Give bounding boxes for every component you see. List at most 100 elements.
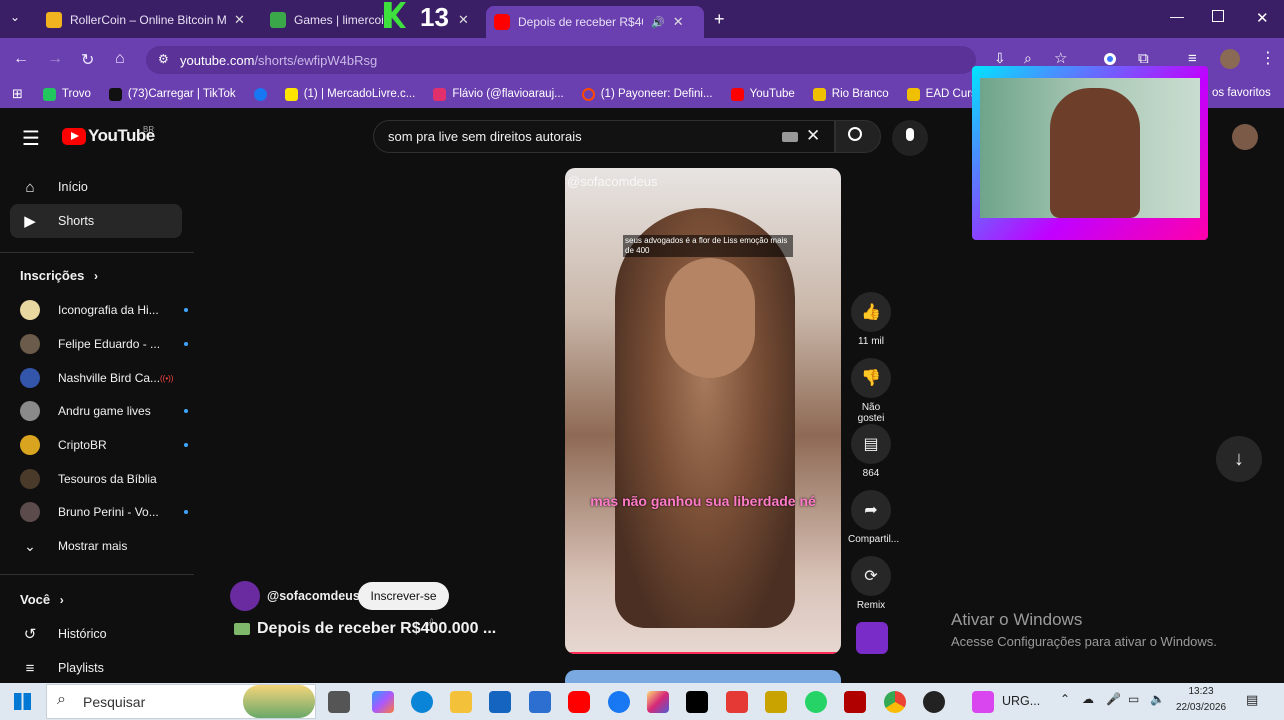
audio-playing-icon[interactable]: 🔊 [651, 16, 665, 29]
app-red-icon[interactable] [844, 691, 866, 713]
search-button[interactable] [835, 120, 881, 153]
address-bar[interactable]: ⚙ youtube.com/shorts/ewfipW4bRsg ⇩ ⌕ ☆ [146, 46, 1067, 74]
tab-limercoin[interactable]: Games | limercoin.c 13 ✕ [262, 2, 477, 34]
extensions-puzzle-icon[interactable]: ⧉ [1138, 50, 1149, 67]
tab-list-chevron-icon[interactable]: ⌄ [10, 10, 20, 24]
extension-icon[interactable] [1104, 53, 1116, 65]
dislike-button[interactable]: 👎 Não gostei [848, 358, 894, 424]
subscribe-button[interactable]: Inscrever-se [358, 582, 449, 610]
obs-icon[interactable] [923, 691, 945, 713]
profile-avatar[interactable] [1220, 49, 1240, 69]
next-short-preview[interactable] [565, 670, 841, 684]
you-heading[interactable]: Você › [20, 592, 64, 607]
next-short-down-icon[interactable]: ↓ [1216, 436, 1262, 482]
install-app-icon[interactable]: ⇩ [994, 50, 1006, 67]
clock-date[interactable]: 22/03/2026 [1170, 702, 1232, 713]
store-icon[interactable] [489, 691, 511, 713]
progress-bar[interactable] [565, 652, 841, 654]
subscriptions-heading[interactable]: Inscrições › [20, 268, 98, 283]
forward-icon[interactable]: → [47, 50, 63, 68]
pinned-app-icon[interactable] [972, 691, 994, 713]
task-view-icon[interactable] [328, 691, 350, 713]
account-avatar[interactable] [1232, 124, 1258, 150]
bookmark-tiktok[interactable]: (73)Carregar | TikTok [108, 87, 236, 101]
back-icon[interactable]: ← [13, 50, 29, 68]
home-icon[interactable]: ⌂ [115, 50, 125, 68]
subscription-item[interactable]: Nashville Bird Ca... ((•)) [20, 363, 180, 393]
tray-chevron-icon[interactable]: ⌃ [1060, 692, 1070, 706]
remix-button[interactable]: ⟳ Remix [848, 556, 894, 611]
file-explorer-icon[interactable] [450, 691, 472, 713]
sound-thumbnail[interactable] [856, 622, 888, 654]
new-tab-icon[interactable]: + [714, 9, 725, 30]
show-more-button[interactable]: ⌄ Mostrar mais [20, 531, 180, 561]
taskbar-search[interactable]: ⌕ Pesquisar [46, 684, 316, 719]
media-controls-icon[interactable]: ≡ [1188, 50, 1197, 67]
close-tab-icon[interactable]: ✕ [234, 12, 245, 28]
tab-youtube-active[interactable]: Depois de receber R$40 🔊 ✕ [486, 6, 704, 38]
subscription-item[interactable]: Bruno Perini - Vo... [20, 497, 188, 527]
outlook-icon[interactable] [529, 691, 551, 713]
shopping-app-icon[interactable] [726, 691, 748, 713]
keyboard-icon[interactable] [782, 132, 798, 142]
reload-icon[interactable]: ↻ [81, 50, 94, 70]
whatsapp-icon[interactable] [805, 691, 827, 713]
youtube-app-icon[interactable] [568, 691, 590, 713]
search-box[interactable]: som pra live sem direitos autorais ✕ [373, 120, 835, 153]
bookmark-payoneer[interactable]: (1) Payoneer: Defini... [581, 87, 713, 101]
sidebar-item-playlists[interactable]: ≡ Playlists [10, 651, 182, 685]
bookmark-mercadolivre[interactable]: (1) | MercadoLivre.c... [284, 87, 415, 101]
site-info-icon[interactable]: ⚙ [158, 52, 169, 66]
apps-grid-icon[interactable]: ⊞ [12, 86, 23, 102]
close-window-icon[interactable]: ✕ [1256, 9, 1269, 27]
instagram-app-icon[interactable] [647, 691, 669, 713]
search-input[interactable]: som pra live sem direitos autorais [388, 129, 582, 144]
windows-start-icon[interactable] [14, 693, 31, 710]
tab-rollercoin[interactable]: RollerCoin – Online Bitcoin Min ✕ [38, 6, 253, 34]
channel-handle[interactable]: @sofacomdeus [267, 589, 360, 603]
copilot-icon[interactable] [372, 691, 394, 713]
comments-button[interactable]: ▤ 864 [848, 424, 894, 479]
folder-app-icon[interactable] [765, 691, 787, 713]
all-bookmarks[interactable]: os favoritos [1212, 87, 1271, 99]
short-video-player[interactable]: @sofacomdeus seus advogados é a flor de … [565, 168, 841, 654]
chrome-icon[interactable] [884, 691, 906, 713]
maximize-icon[interactable] [1212, 10, 1224, 22]
menu-hamburger-icon[interactable]: ☰ [22, 126, 40, 151]
subscription-item[interactable]: CriptoBR [20, 430, 188, 460]
subscription-item[interactable]: Iconografia da Hi... [20, 295, 188, 325]
onedrive-icon[interactable]: ☁ [1082, 692, 1094, 706]
close-tab-icon[interactable]: ✕ [673, 14, 684, 30]
pinned-app-label[interactable]: URG... [1002, 694, 1040, 708]
subscription-item[interactable]: Andru game lives [20, 396, 188, 426]
youtube-logo-icon[interactable] [62, 128, 86, 145]
sidebar-item-history[interactable]: ↺ Histórico [10, 617, 182, 651]
x-app-icon[interactable] [686, 691, 708, 713]
bookmark-star-icon[interactable]: ☆ [1054, 49, 1067, 67]
zoom-icon[interactable]: ⌕ [1024, 50, 1032, 67]
close-tab-icon[interactable]: ✕ [458, 12, 469, 28]
subscription-item[interactable]: Tesouros da Bíblia [20, 464, 180, 494]
edge-icon[interactable] [411, 691, 433, 713]
bookmark-facebook[interactable] [253, 87, 267, 101]
voice-search-button[interactable] [892, 120, 928, 156]
bookmark-instagram[interactable]: Flávio (@flavioarauj... [433, 87, 564, 101]
microphone-tray-icon[interactable]: 🎤 [1106, 692, 1121, 706]
volume-icon[interactable]: 🔈 [1150, 692, 1165, 706]
network-icon[interactable]: ▭ [1128, 692, 1139, 706]
sidebar-item-shorts[interactable]: ▶ Shorts [10, 204, 182, 238]
browser-menu-icon[interactable]: ⋮ [1260, 48, 1276, 68]
minimize-icon[interactable]: — [1170, 8, 1184, 24]
facebook-app-icon[interactable] [608, 691, 630, 713]
clock-time[interactable]: 13:23 [1176, 686, 1226, 697]
short-title[interactable]: Depois de receber R$400.000 ... [257, 620, 496, 638]
notifications-icon[interactable]: ▤ [1246, 692, 1258, 708]
share-button[interactable]: ➦ Compartil... [848, 490, 899, 545]
sidebar-item-home[interactable]: ⌂ Início [10, 170, 182, 204]
subscription-item[interactable]: Felipe Eduardo - ... [20, 329, 188, 359]
clear-search-icon[interactable]: ✕ [806, 126, 820, 146]
bookmark-rio-branco[interactable]: Rio Branco [812, 87, 889, 101]
like-button[interactable]: 👍 11 mil [848, 292, 894, 347]
channel-avatar[interactable] [230, 581, 260, 611]
bookmark-trovo[interactable]: Trovo [42, 87, 91, 101]
